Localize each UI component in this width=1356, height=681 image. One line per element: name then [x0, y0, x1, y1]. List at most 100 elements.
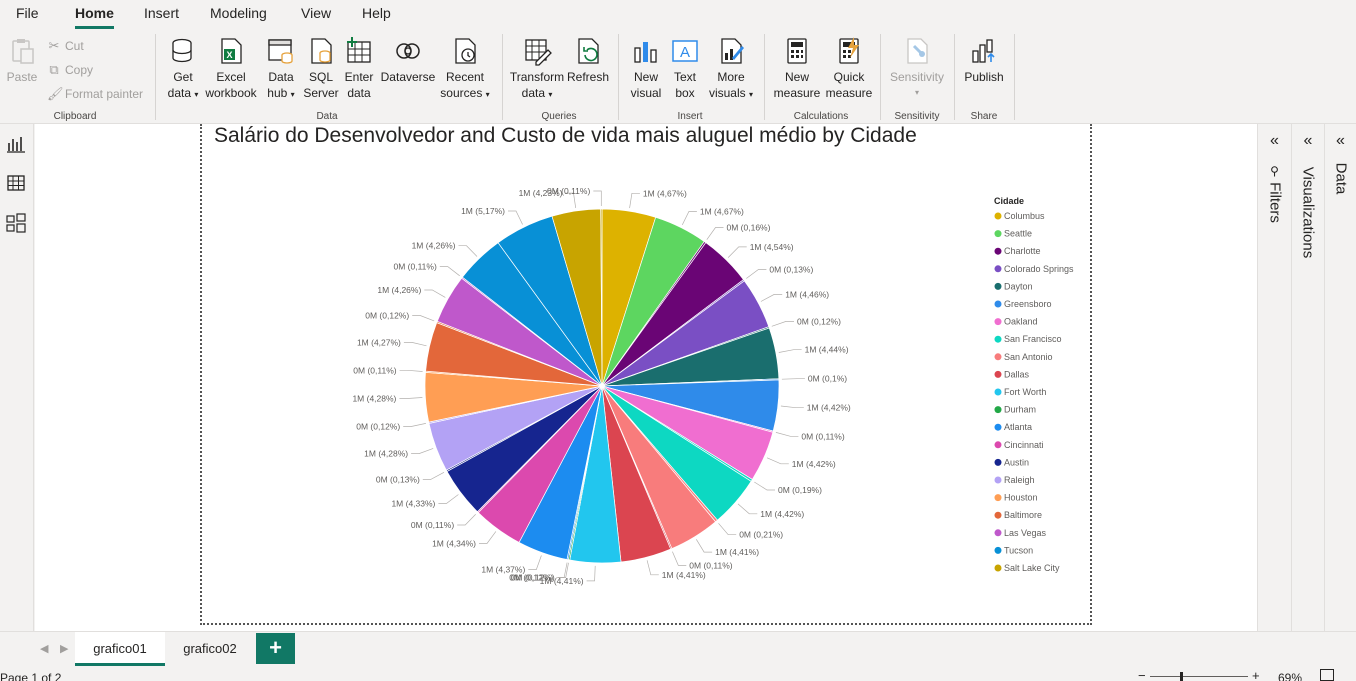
add-page-button[interactable]: + — [256, 633, 295, 664]
table-view-icon[interactable] — [6, 173, 26, 193]
legend-item[interactable]: Colorado Springs — [1004, 264, 1074, 274]
legend-marker — [994, 511, 1002, 519]
filters-pane[interactable]: « ⚲ Filters — [1257, 124, 1291, 631]
data-collapse-icon[interactable]: « — [1325, 132, 1356, 150]
visualizations-collapse-icon[interactable]: « — [1292, 132, 1324, 150]
legend-item[interactable]: Dayton — [1004, 281, 1033, 291]
tab-grafico02[interactable]: grafico02 — [166, 632, 254, 666]
data-label: 1M (4,42%) — [760, 509, 804, 519]
data-label: 0M (0,11%) — [353, 365, 396, 375]
dataverse-icon — [396, 43, 420, 59]
legend-item[interactable]: Cincinnati — [1004, 440, 1044, 450]
table-plus-icon — [347, 37, 371, 63]
legend-marker — [994, 406, 1002, 414]
legend-item[interactable]: Houston — [1004, 493, 1038, 503]
legend-item[interactable]: Austin — [1004, 457, 1029, 467]
get-data-button[interactable]: Get data ▾ — [163, 36, 203, 103]
filters-collapse-icon[interactable]: « — [1258, 132, 1291, 150]
legend-item[interactable]: Seattle — [1004, 229, 1032, 239]
data-pane[interactable]: « Data — [1324, 124, 1356, 631]
legend-item[interactable]: Oakland — [1004, 317, 1038, 327]
legend-item[interactable]: Greensboro — [1004, 299, 1052, 309]
data-label: 1M (4,46%) — [785, 289, 829, 299]
enter-data-button[interactable]: Enter data — [341, 36, 377, 101]
refresh-button[interactable]: Refresh — [566, 36, 610, 85]
zoom-in-icon[interactable]: + — [1252, 668, 1260, 681]
new-measure-button[interactable]: New measure — [772, 36, 822, 101]
sensitivity-group: Sensitivity ▾ Sensitivity — [882, 30, 952, 124]
dataverse-button[interactable]: Dataverse — [379, 36, 437, 85]
legend-item[interactable]: Durham — [1004, 405, 1036, 415]
pie-chart-visual[interactable]: Salário do Desenvolvedor and Custo de vi… — [200, 124, 1092, 625]
prev-page-icon[interactable]: ◀ — [40, 642, 48, 655]
text-box-label-2: box — [675, 86, 695, 100]
cut-icon: ✂ — [48, 38, 60, 53]
legend-item[interactable]: Tucson — [1004, 545, 1033, 555]
ribbon-separator — [1014, 34, 1015, 120]
sensitivity-button[interactable]: Sensitivity ▾ — [886, 36, 948, 101]
text-box-label-1: Text — [673, 70, 696, 84]
more-visuals-button[interactable]: More visuals ▾ — [706, 36, 756, 103]
legend-item[interactable]: San Francisco — [1004, 334, 1062, 344]
legend-item[interactable]: Charlotte — [1004, 246, 1041, 256]
zoom-slider-thumb[interactable] — [1180, 672, 1183, 681]
zoom-slider[interactable] — [1150, 676, 1248, 677]
data-label-leader — [780, 405, 804, 409]
legend-item[interactable]: Raleigh — [1004, 475, 1035, 485]
legend-item[interactable]: Las Vegas — [1004, 528, 1047, 538]
filter-icon: ⚲ — [1270, 164, 1279, 178]
format-painter-button[interactable]: 🖌 Format painter — [47, 86, 143, 102]
menu-modeling[interactable]: Modeling — [210, 5, 267, 21]
data-label: 1M (4,27%) — [357, 337, 401, 347]
report-view-icon[interactable] — [6, 134, 26, 154]
excel-workbook-button[interactable]: X Excel workbook — [205, 36, 257, 101]
cut-button[interactable]: ✂ Cut — [47, 38, 84, 54]
recent-sources-icon — [455, 38, 476, 64]
legend-item[interactable]: Baltimore — [1004, 510, 1042, 520]
menu-insert[interactable]: Insert — [144, 5, 179, 21]
model-view-icon[interactable] — [6, 213, 26, 233]
recent-label-2: sources ▾ — [437, 85, 493, 103]
data-hub-button[interactable]: Data hub ▾ — [261, 36, 301, 103]
tab-grafico01[interactable]: grafico01 — [75, 632, 165, 666]
next-page-icon[interactable]: ▶ — [60, 642, 68, 655]
legend-marker — [994, 212, 1002, 220]
legend-item[interactable]: Dallas — [1004, 369, 1030, 379]
zoom-out-icon[interactable]: − — [1138, 668, 1146, 681]
chevron-down-icon: ▾ — [914, 88, 919, 97]
legend-item[interactable]: Columbus — [1004, 211, 1045, 221]
quick-measure-button[interactable]: Quick measure — [824, 36, 874, 101]
menu-file[interactable]: File — [16, 5, 39, 21]
legend-marker — [994, 247, 1002, 255]
menu-help[interactable]: Help — [362, 5, 391, 21]
publish-icon — [972, 39, 995, 63]
recent-sources-button[interactable]: Recent sources ▾ — [437, 36, 493, 103]
svg-text:X: X — [226, 50, 232, 60]
data-label-leader — [760, 294, 783, 302]
menu-home[interactable]: Home — [75, 5, 114, 21]
data-label: 1M (4,41%) — [662, 570, 706, 580]
data-label-leader — [746, 269, 767, 279]
visualizations-pane[interactable]: « Visualizations — [1291, 124, 1324, 631]
copy-button[interactable]: ⧉ Copy — [47, 62, 93, 78]
sql-server-button[interactable]: SQL Server — [303, 36, 339, 101]
paste-button[interactable]: Paste — [6, 36, 38, 85]
data-label-leader — [737, 503, 758, 515]
legend-marker — [994, 230, 1002, 238]
new-visual-button[interactable]: New visual — [626, 36, 666, 101]
legend-item[interactable]: Salt Lake City — [1004, 563, 1060, 573]
data-label: 1M (4,28%) — [364, 449, 408, 459]
legend-item[interactable]: Fort Worth — [1004, 387, 1046, 397]
publish-button[interactable]: Publish — [960, 36, 1008, 85]
fit-to-page-icon[interactable] — [1320, 669, 1334, 681]
transform-data-button[interactable]: Transform data ▾ — [508, 36, 566, 103]
report-canvas: Salário do Desenvolvedor and Custo de vi… — [35, 124, 1257, 631]
text-box-button[interactable]: A Text box — [668, 36, 702, 101]
menu-view[interactable]: View — [301, 5, 331, 21]
data-label: 1M (4,33%) — [391, 499, 435, 509]
legend-item[interactable]: Atlanta — [1004, 422, 1032, 432]
excel-label-2: workbook — [205, 86, 257, 100]
power-bi-window: File Home Insert Modeling View Help Past… — [0, 0, 1356, 681]
legend-item[interactable]: San Antonio — [1004, 352, 1053, 362]
data-label: 1M (4,41%) — [715, 547, 759, 557]
